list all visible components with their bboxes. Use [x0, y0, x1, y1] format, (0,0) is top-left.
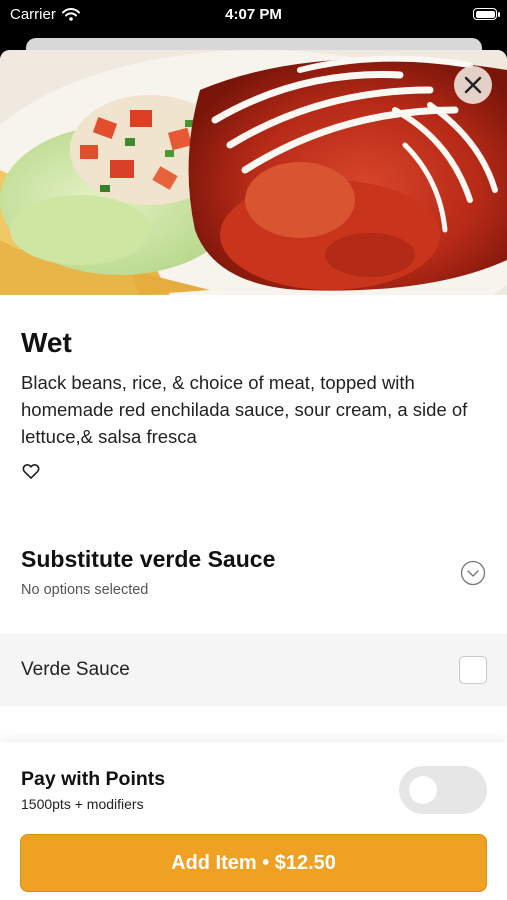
item-detail-sheet: Wet Black beans, rice, & choice of meat,…: [0, 50, 507, 900]
pay-with-points-title: Pay with Points: [21, 768, 166, 790]
close-button[interactable]: [454, 66, 492, 104]
heart-outline-icon: [22, 464, 40, 479]
status-bar: Carrier 4:07 PM: [0, 0, 507, 30]
item-description: Black beans, rice, & choice of meat, top…: [21, 372, 468, 447]
toggle-knob: [409, 776, 437, 804]
hero-image: [0, 50, 507, 295]
modifier-group-title: Substitute verde Sauce: [21, 546, 276, 572]
modifier-option-label: Verde Sauce: [21, 659, 130, 680]
modifier-option-checkbox[interactable]: [459, 656, 487, 684]
chevron-down-circle-icon: [460, 560, 486, 586]
wet-burrito-photo: [0, 50, 507, 295]
favorite-button[interactable]: [21, 461, 41, 481]
expand-modifier-button[interactable]: [460, 560, 486, 586]
pay-with-points-subtitle: 1500pts + modifiers: [21, 796, 144, 812]
close-icon: [464, 76, 482, 94]
add-item-button[interactable]: Add Item • $12.50: [20, 834, 487, 892]
checkout-footer: Pay with Points 1500pts + modifiers Add …: [0, 742, 507, 900]
item-title: Wet: [21, 327, 72, 358]
modifier-option-verde-sauce[interactable]: Verde Sauce: [0, 634, 507, 706]
status-time: 4:07 PM: [225, 6, 282, 23]
pay-with-points-toggle[interactable]: [399, 766, 487, 814]
modifier-group-subtitle: No options selected: [21, 582, 149, 598]
battery-fill: [475, 10, 495, 18]
battery-icon: [473, 8, 500, 20]
